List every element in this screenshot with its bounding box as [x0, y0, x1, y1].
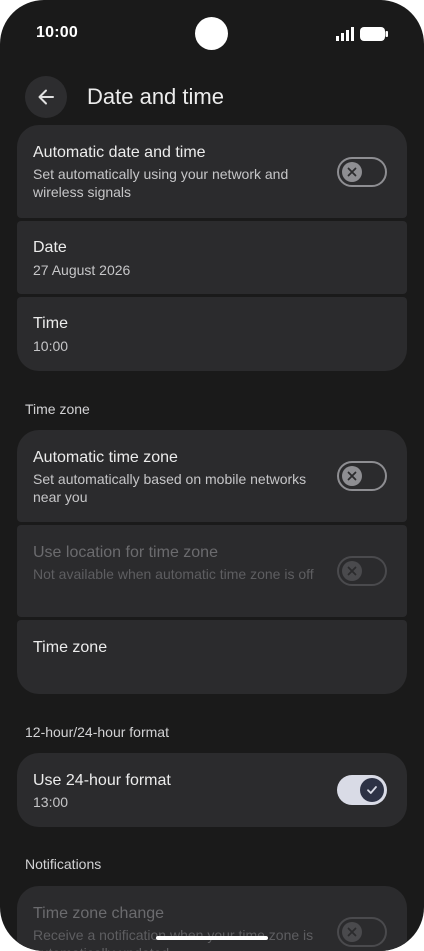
- automatic-date-time-title: Automatic date and time: [33, 144, 206, 161]
- phone-screen: 10:00 Date and time Automatic date and t…: [0, 0, 424, 951]
- app-bar: Date and time: [0, 70, 424, 126]
- use-location-subtitle: Not available when automatic time zone i…: [33, 566, 314, 582]
- back-button[interactable]: [25, 76, 67, 118]
- automatic-date-time-subtitle: Set automatically using your network and…: [33, 166, 289, 200]
- section-label-notifications: Notifications: [25, 856, 102, 872]
- use-24-hour-title: Use 24-hour format: [33, 772, 171, 789]
- time-zone-row[interactable]: Time zone: [17, 620, 407, 694]
- battery-icon: [360, 27, 388, 41]
- toggle-thumb: [342, 922, 362, 942]
- close-icon: [347, 927, 357, 937]
- date-title: Date: [33, 239, 67, 256]
- status-bar: 10:00: [0, 0, 424, 64]
- automatic-date-time-toggle[interactable]: [337, 157, 387, 187]
- date-row[interactable]: Date 27 August 2026: [17, 221, 407, 294]
- automatic-time-zone-subtitle: Set automatically based on mobile networ…: [33, 471, 307, 505]
- status-time: 10:00: [36, 24, 78, 41]
- time-value: 10:00: [33, 338, 69, 354]
- time-title: Time: [33, 315, 68, 332]
- time-zone-title: Time zone: [33, 639, 108, 656]
- check-icon: [367, 786, 377, 794]
- use-location-row: Use location for time zone Not available…: [17, 525, 407, 617]
- automatic-time-zone-title: Automatic time zone: [33, 449, 178, 466]
- toggle-thumb: [342, 466, 362, 486]
- automatic-date-time-row[interactable]: Automatic date and time Set automaticall…: [17, 125, 407, 218]
- close-icon: [347, 566, 357, 576]
- use-24-hour-value: 13:00: [33, 794, 69, 810]
- time-zone-change-row: Time zone change Receive a notification …: [17, 886, 407, 951]
- time-zone-change-title: Time zone change: [33, 905, 165, 922]
- use-24-hour-toggle[interactable]: [337, 775, 387, 805]
- time-zone-change-toggle: [337, 917, 387, 947]
- automatic-time-zone-row[interactable]: Automatic time zone Set automatically ba…: [17, 430, 407, 522]
- camera-cutout: [195, 17, 228, 50]
- date-value: 27 August 2026: [33, 262, 131, 278]
- close-icon: [347, 471, 357, 481]
- use-location-toggle: [337, 556, 387, 586]
- toggle-thumb: [360, 778, 384, 802]
- toggle-thumb: [342, 162, 362, 182]
- close-icon: [347, 167, 357, 177]
- section-label-time-zone: Time zone: [25, 401, 90, 417]
- use-24-hour-row[interactable]: Use 24-hour format 13:00: [17, 753, 407, 827]
- page-title: Date and time: [87, 84, 224, 109]
- toggle-thumb: [342, 561, 362, 581]
- signal-icon: [336, 27, 354, 41]
- back-arrow-icon: [38, 89, 54, 105]
- automatic-time-zone-toggle[interactable]: [337, 461, 387, 491]
- section-label-format: 12-hour/24-hour format: [25, 724, 169, 740]
- use-location-title: Use location for time zone: [33, 544, 218, 561]
- time-row[interactable]: Time 10:00: [17, 297, 407, 371]
- home-indicator[interactable]: [156, 936, 268, 940]
